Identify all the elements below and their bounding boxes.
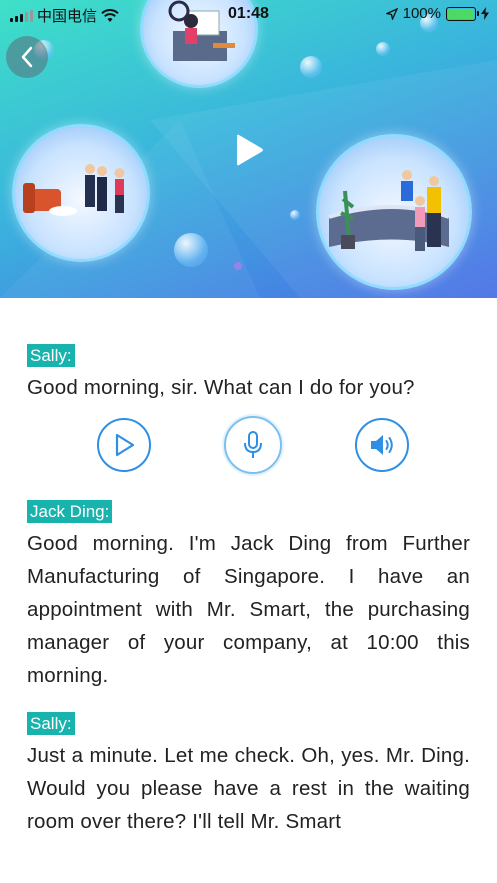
decorative-bubble [234,262,242,270]
dialogue-entry: Jack Ding: Good morning. I'm Jack Ding f… [27,500,470,692]
decorative-bubble [174,233,208,267]
speaker-label: Sally: [27,712,75,735]
audio-controls [89,416,409,474]
speaker-icon [370,435,393,455]
decorative-bubble [300,56,322,78]
hero-video-banner[interactable] [0,0,497,298]
battery-percent: 100% [402,5,441,22]
status-bar: 中国电信 01:48 100% [0,0,497,28]
location-arrow-icon [385,7,398,20]
back-button[interactable] [6,36,48,78]
reception-desk-illustration [316,134,472,290]
speaker-label: Jack Ding: [27,500,113,523]
charging-bolt-icon [481,7,489,20]
decorative-bubble [376,42,390,56]
video-play-button[interactable] [234,134,264,166]
status-right: 100% [385,5,489,22]
back-chevron-icon [21,46,33,68]
dialogue-line: Good morning. I'm Jack Ding from Further… [27,532,470,687]
dialogue-line: Good morning, sir. What can I do for you… [27,376,415,399]
play-icon [115,433,134,457]
playback-speaker-button[interactable] [354,418,409,472]
speaker-label: Sally: [27,344,75,367]
microphone-icon [243,431,262,458]
dialogue-line: Just a minute. Let me check. Oh, yes. Mr… [27,744,470,833]
reception-meeting-illustration [12,124,150,262]
dialogue-content[interactable]: Sally: Good morning, sir. What can I do … [0,298,497,883]
record-button[interactable] [223,416,282,474]
dialogue-entry: Sally: Good morning, sir. What can I do … [27,344,470,404]
battery-icon [446,6,479,21]
dialogue-entry: Sally: Just a minute. Let me check. Oh, … [27,712,470,838]
decorative-bubble [290,210,300,220]
play-audio-button[interactable] [96,418,151,472]
